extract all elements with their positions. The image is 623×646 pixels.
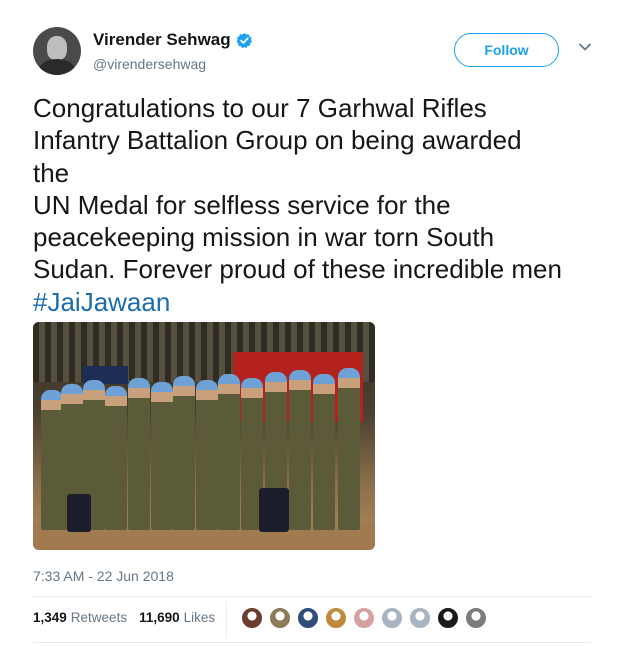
stats-separator — [226, 601, 227, 638]
verified-badge-icon — [236, 32, 252, 48]
tweet-text-line: Sudan. Forever proud of these incredible… — [33, 254, 562, 285]
tweet-text-line: UN Medal for selfless service for the — [33, 189, 451, 220]
hashtag-link[interactable]: #JaiJawaan — [33, 286, 603, 318]
photo-soldier — [196, 380, 218, 530]
photo-soldier — [338, 368, 360, 530]
retweet-label[interactable]: Retweets — [71, 610, 127, 625]
photo-soldier — [128, 378, 150, 530]
liker-avatar[interactable] — [269, 607, 291, 629]
tweet-timestamp[interactable]: 7:33 AM - 22 Jun 2018 — [33, 568, 174, 584]
liker-avatar[interactable] — [297, 607, 319, 629]
liker-avatar[interactable] — [353, 607, 375, 629]
tweet-text: Congratulations to our 7 Garhwal Rifles … — [33, 92, 603, 318]
divider — [33, 596, 591, 597]
liker-avatar[interactable] — [241, 607, 263, 629]
photo-soldier — [313, 374, 335, 530]
author-handle[interactable]: @virendersehwag — [93, 56, 206, 72]
tweet-text-line: Infantry Battalion Group on being awarde… — [33, 125, 522, 156]
liker-avatar[interactable] — [437, 607, 459, 629]
photo-soldier — [41, 390, 63, 530]
chevron-down-icon[interactable] — [578, 42, 592, 52]
photo-luggage — [67, 494, 91, 532]
liker-avatar[interactable] — [325, 607, 347, 629]
divider — [33, 642, 591, 643]
avatar-shoulders — [39, 59, 75, 75]
tweet-card: Virender Sehwag @virendersehwag Follow C… — [0, 0, 623, 646]
photo-soldier — [105, 386, 127, 530]
retweet-count[interactable]: 1,349 — [33, 610, 67, 625]
photo-soldier — [218, 374, 240, 530]
photo-soldier — [289, 370, 311, 530]
liker-avatar[interactable] — [381, 607, 403, 629]
tweet-text-line: peacekeeping mission in war torn South — [33, 222, 495, 253]
author-name[interactable]: Virender Sehwag — [93, 30, 231, 50]
like-label[interactable]: Likes — [184, 610, 216, 625]
tweet-text-line: the — [33, 157, 70, 188]
tweet-photo[interactable] — [33, 322, 375, 550]
photo-soldier — [173, 376, 195, 530]
follow-button[interactable]: Follow — [454, 33, 559, 67]
tweet-text-line: Congratulations to our 7 Garhwal Rifles — [33, 93, 487, 123]
liker-avatars — [241, 607, 493, 629]
author-avatar[interactable] — [33, 27, 81, 75]
photo-luggage — [259, 488, 289, 532]
author-name-row: Virender Sehwag — [93, 30, 253, 50]
tweet-stats: 1,349 Retweets 11,690 Likes — [33, 610, 215, 625]
liker-avatar[interactable] — [465, 607, 487, 629]
avatar-face — [47, 36, 67, 60]
liker-avatar[interactable] — [409, 607, 431, 629]
like-count[interactable]: 11,690 — [139, 610, 180, 625]
photo-soldier — [151, 382, 173, 530]
